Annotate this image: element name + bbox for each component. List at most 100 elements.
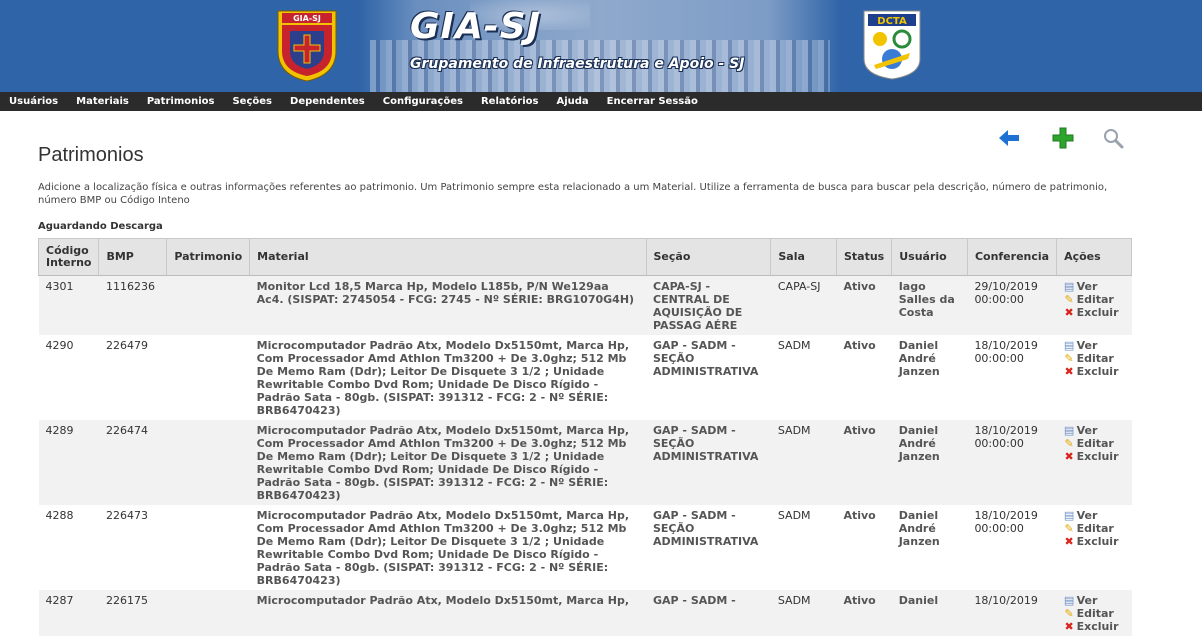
document-icon: ▤ — [1063, 509, 1075, 522]
pencil-icon: ✎ — [1064, 352, 1074, 365]
table-row: 4290 226479 Microcomputador Padrão Atx, Mo… — [38, 335, 1132, 420]
ver-link-label: Ver — [1076, 280, 1098, 293]
cell-conferencia: 29/10/2019 00:00:00 — [967, 275, 1057, 335]
cell-patrimonio — [166, 505, 250, 590]
table-row: 4301 1116236 Monitor Lcd 18,5 Marca Hp, Mo… — [38, 275, 1132, 335]
nav-ajuda[interactable]: Ajuda — [556, 96, 588, 107]
ver-link[interactable]: ▤ Ver — [1064, 424, 1125, 437]
ver-link-label: Ver — [1076, 339, 1098, 352]
cell-patrimonio — [166, 335, 250, 420]
editar-link-label: Editar — [1076, 607, 1114, 620]
cell-codigo: 4289 — [38, 420, 99, 505]
svg-text:DCTA: DCTA — [877, 16, 907, 27]
ver-link[interactable]: ▤ Ver — [1064, 280, 1125, 293]
editar-link[interactable]: ✎ Editar — [1064, 607, 1125, 620]
nav-configuracoes[interactable]: Configurações — [383, 96, 463, 107]
cell-bmp: 226473 — [98, 505, 167, 590]
col-status[interactable]: Status — [835, 238, 893, 276]
nav-patrimonios[interactable]: Patrimonios — [147, 96, 215, 107]
pencil-icon: ✎ — [1064, 607, 1074, 620]
cell-material: Monitor Lcd 18,5 Marca Hp, Modelo L185b,… — [249, 275, 646, 335]
excluir-link[interactable]: ✖ Excluir — [1064, 306, 1125, 319]
ver-link[interactable]: ▤ Ver — [1064, 509, 1125, 522]
cell-sala: SADM — [770, 335, 837, 420]
cell-bmp: 226479 — [98, 335, 167, 420]
editar-link[interactable]: ✎ Editar — [1064, 352, 1125, 365]
excluir-link[interactable]: ✖ Excluir — [1064, 620, 1125, 633]
nav-encerrar-sessao[interactable]: Encerrar Sessão — [607, 96, 698, 107]
document-icon: ▤ — [1063, 280, 1075, 293]
nav-relatorios[interactable]: Relatórios — [481, 96, 539, 107]
editar-link-label: Editar — [1076, 293, 1114, 306]
document-icon: ▤ — [1063, 594, 1075, 607]
header-banner: GIA-SJ GIA-SJ Grupamento de Infraestrutu… — [0, 0, 1202, 92]
col-sala[interactable]: Sala — [770, 238, 837, 276]
back-button[interactable] — [996, 125, 1022, 151]
add-button[interactable] — [1050, 125, 1076, 151]
page-intro: Adicione a localização física e outras i… — [38, 182, 1108, 206]
cell-acoes: ▤ Ver ✎ Editar ✖ Excluir — [1056, 505, 1132, 590]
cell-patrimonio — [166, 275, 250, 335]
editar-link-label: Editar — [1076, 522, 1114, 535]
ver-link-label: Ver — [1076, 509, 1098, 522]
search-button[interactable] — [1100, 125, 1126, 151]
col-usuario[interactable]: Usuário — [891, 238, 968, 276]
document-icon: ▤ — [1063, 424, 1075, 437]
cell-secao: GAP - SADM - SEÇÃO ADMINISTRATIVA — [646, 505, 771, 590]
cell-sala: CAPA-SJ — [770, 275, 837, 335]
cell-codigo: 4290 — [38, 335, 99, 420]
pencil-icon: ✎ — [1064, 522, 1074, 535]
cell-conferencia: 18/10/2019 00:00:00 — [967, 505, 1057, 590]
cell-bmp: 1116236 — [98, 275, 167, 335]
svg-text:GIA-SJ: GIA-SJ — [293, 14, 321, 23]
excluir-link[interactable]: ✖ Excluir — [1064, 450, 1125, 463]
nav-usuarios[interactable]: Usuários — [9, 96, 58, 107]
col-conferencia[interactable]: Conferencia — [966, 238, 1058, 276]
cell-usuario: Daniel André Janzen — [891, 420, 968, 505]
col-secao[interactable]: Seção — [645, 238, 772, 276]
nav-secoes[interactable]: Seções — [232, 96, 272, 107]
col-material[interactable]: Material — [249, 238, 647, 276]
document-icon: ▤ — [1063, 339, 1075, 352]
col-bmp[interactable]: BMP — [98, 238, 168, 276]
col-patrimonio[interactable]: Patrimonio — [166, 238, 251, 276]
banner-title: GIA-SJ — [410, 6, 542, 47]
table-row: 4287 226175 Microcomputador Padrão Atx, Mo… — [38, 590, 1132, 636]
cell-status: Ativo — [836, 590, 892, 636]
section-heading: Aguardando Descarga — [38, 221, 163, 232]
editar-link[interactable]: ✎ Editar — [1064, 437, 1125, 450]
table-row: 4289 226474 Microcomputador Padrão Atx, Mo… — [38, 420, 1132, 505]
main-nav: Usuários Materiais Patrimonios Seções De… — [0, 92, 1202, 111]
nav-dependentes[interactable]: Dependentes — [290, 96, 365, 107]
cell-secao: CAPA-SJ - CENTRAL DE AQUISIÇÃO DE PASSAG… — [646, 275, 771, 335]
ver-link-label: Ver — [1076, 594, 1098, 607]
excluir-link[interactable]: ✖ Excluir — [1064, 365, 1125, 378]
pencil-icon: ✎ — [1064, 437, 1074, 450]
cell-acoes: ▤ Ver ✎ Editar ✖ Excluir — [1056, 420, 1132, 505]
editar-link-label: Editar — [1076, 352, 1114, 365]
cell-material: Microcomputador Padrão Atx, Modelo Dx515… — [249, 590, 646, 636]
excluir-link[interactable]: ✖ Excluir — [1064, 535, 1125, 548]
col-codigo-interno[interactable]: Código Interno — [37, 238, 100, 276]
table-row: 4288 226473 Microcomputador Padrão Atx, Mo… — [38, 505, 1132, 590]
cell-codigo: 4288 — [38, 505, 99, 590]
banner-subtitle: Grupamento de Infraestrutura e Apoio - S… — [410, 56, 745, 72]
patrimonios-table: Código Interno BMP Patrimonio Material S… — [37, 238, 1132, 636]
editar-link[interactable]: ✎ Editar — [1064, 293, 1125, 306]
col-acoes: Ações — [1056, 238, 1132, 276]
cell-sala: SADM — [770, 590, 837, 636]
gia-sj-crest-logo: GIA-SJ — [277, 10, 337, 82]
toolbar — [996, 125, 1126, 151]
cell-material: Microcomputador Padrão Atx, Modelo Dx515… — [249, 420, 646, 505]
cell-usuario: Daniel André Janzen — [891, 335, 968, 420]
arrow-left-icon — [999, 130, 1019, 146]
editar-link[interactable]: ✎ Editar — [1064, 522, 1125, 535]
x-icon: ✖ — [1064, 535, 1074, 548]
excluir-link-label: Excluir — [1076, 535, 1119, 548]
ver-link[interactable]: ▤ Ver — [1064, 594, 1125, 607]
nav-materiais[interactable]: Materiais — [76, 96, 129, 107]
excluir-link-label: Excluir — [1076, 365, 1119, 378]
cell-status: Ativo — [836, 505, 892, 590]
cell-usuario: Daniel André Janzen — [891, 505, 968, 590]
ver-link[interactable]: ▤ Ver — [1064, 339, 1125, 352]
